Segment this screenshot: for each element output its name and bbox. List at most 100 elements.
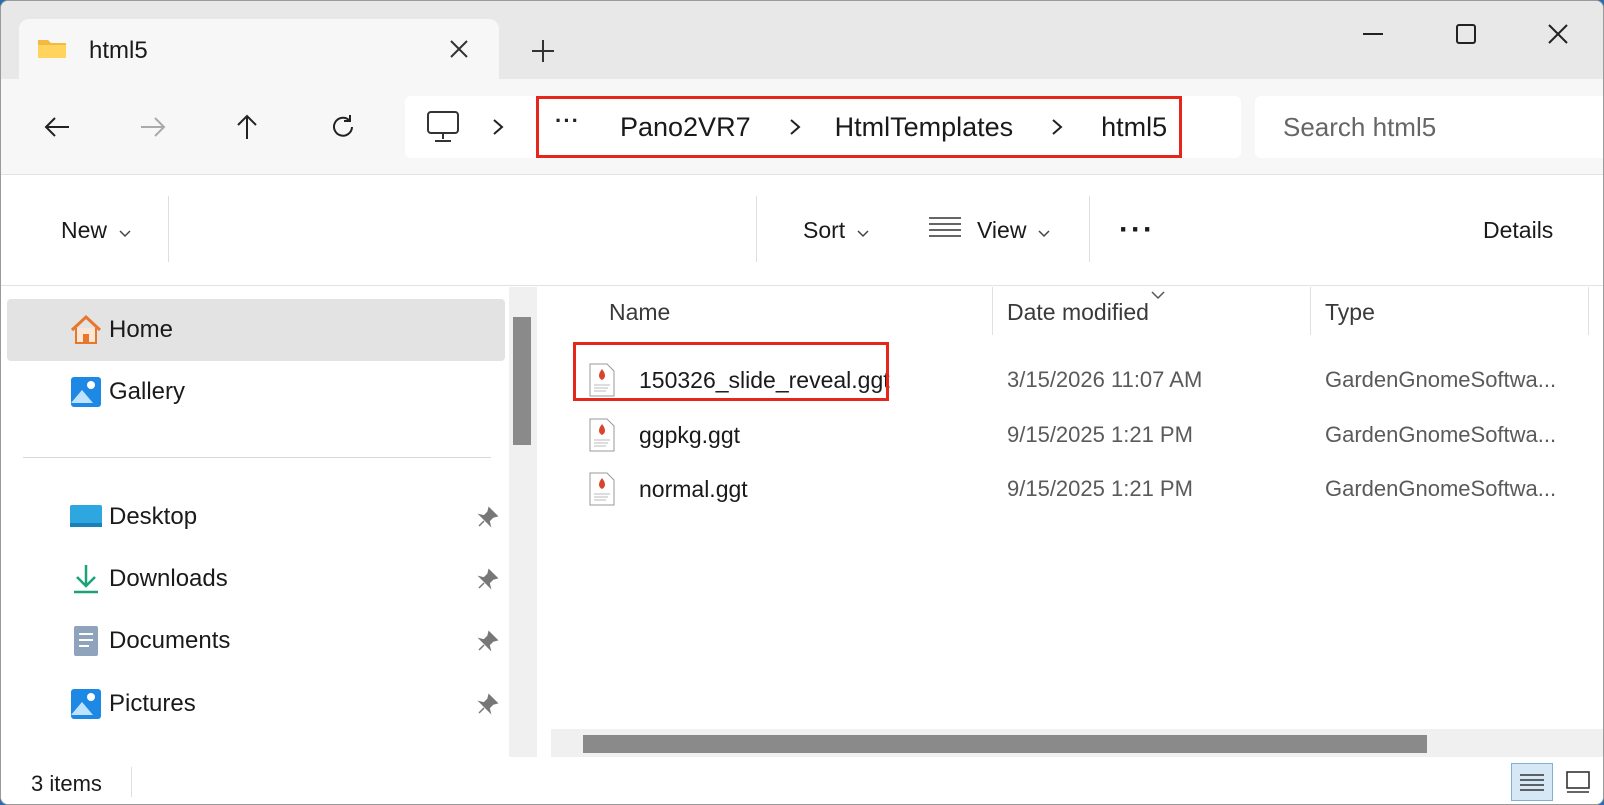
list-view-icon	[929, 216, 961, 244]
arrow-up-icon	[237, 114, 257, 139]
arrow-left-icon	[44, 117, 69, 137]
item-count: 3 items	[31, 771, 102, 796]
maximize-icon	[1456, 24, 1476, 44]
sort-indicator-icon	[1151, 287, 1165, 305]
desktop-icon	[70, 505, 102, 527]
minimize-icon	[1363, 33, 1383, 35]
table-row[interactable]: ggpkg.ggt 9/15/2025 1:21 PM GardenGnomeS…	[571, 410, 1601, 462]
downloads-icon	[74, 565, 98, 594]
file-type: GardenGnomeSoftwa...	[1325, 476, 1557, 501]
tiles-view-button[interactable]	[1557, 763, 1599, 801]
sidebar-item-label: Desktop	[109, 503, 198, 530]
navigation-bar: ··· Pano2VR7 HtmlTemplates html5	[1, 79, 1603, 175]
details-button[interactable]: Details	[1483, 208, 1553, 252]
column-divider[interactable]	[992, 287, 993, 335]
pin-icon[interactable]	[477, 693, 499, 715]
sort-button[interactable]: Sort	[803, 208, 869, 252]
breadcrumb-item-current[interactable]: html5	[1101, 112, 1167, 143]
chevron-right-icon[interactable]	[1045, 112, 1069, 142]
chevron-down-icon	[857, 217, 869, 244]
back-button[interactable]	[31, 101, 83, 153]
breadcrumb-overflow-button[interactable]: ···	[555, 108, 580, 134]
title-bar: html5	[1, 1, 1603, 79]
divider	[131, 767, 132, 797]
sidebar-item-label: Downloads	[109, 565, 228, 592]
sidebar-item-home[interactable]: Home	[7, 299, 505, 361]
home-icon	[70, 314, 102, 344]
tab-title: html5	[89, 37, 148, 64]
horizontal-scrollbar-thumb[interactable]	[583, 735, 1427, 753]
close-window-button[interactable]	[1523, 9, 1593, 59]
forward-button[interactable]	[127, 101, 179, 153]
new-button[interactable]: New	[61, 208, 131, 252]
divider	[168, 196, 169, 262]
pin-icon[interactable]	[477, 568, 499, 590]
sidebar-scrollbar-thumb[interactable]	[513, 317, 531, 445]
pin-icon[interactable]	[477, 506, 499, 528]
sidebar-item-documents[interactable]: Documents	[7, 610, 505, 672]
close-tab-button[interactable]	[439, 29, 479, 69]
sidebar-item-label: Home	[109, 316, 174, 343]
details-view-icon	[1520, 774, 1544, 791]
highlight-box	[573, 342, 889, 401]
sidebar-item-label: Gallery	[109, 378, 186, 405]
sidebar-item-desktop[interactable]: Desktop	[7, 486, 505, 548]
column-header-name[interactable]: Name	[609, 299, 670, 339]
close-icon	[1548, 24, 1568, 44]
details-view-button[interactable]	[1511, 763, 1553, 801]
sidebar-item-label: Documents	[109, 627, 231, 654]
arrow-right-icon	[141, 117, 166, 137]
divider	[756, 196, 757, 262]
gallery-icon	[71, 377, 101, 407]
new-label: New	[61, 216, 108, 243]
this-pc-icon	[427, 111, 459, 142]
plus-icon	[532, 40, 554, 62]
status-bar: 3 items	[1, 759, 1603, 804]
more-options-button[interactable]: ···	[1119, 208, 1155, 252]
column-header-date[interactable]: Date modified	[1007, 299, 1149, 339]
sidebar-item-gallery[interactable]: Gallery	[7, 361, 505, 423]
breadcrumb: ··· Pano2VR7 HtmlTemplates html5	[536, 96, 1182, 158]
file-date: 9/15/2025 1:21 PM	[1007, 476, 1193, 501]
sidebar-item-downloads[interactable]: Downloads	[7, 548, 505, 610]
command-bar: New Sort View ··· Details	[1, 176, 1603, 286]
navigation-pane: Home Gallery Desktop Downloads Documents…	[1, 287, 537, 757]
chevron-down-icon	[1038, 217, 1050, 244]
breadcrumb-item[interactable]: Pano2VR7	[620, 112, 751, 143]
chevron-right-icon[interactable]	[783, 112, 807, 142]
file-type: GardenGnomeSoftwa...	[1325, 422, 1557, 447]
search-box[interactable]	[1255, 96, 1603, 158]
file-explorer-window: html5 ··· Pano2VR7 HtmlTemplates html5 S…	[0, 0, 1604, 805]
minimize-button[interactable]	[1338, 9, 1408, 59]
close-icon	[450, 40, 468, 58]
refresh-icon	[333, 115, 353, 137]
column-divider[interactable]	[1588, 287, 1589, 335]
ggt-file-icon	[589, 472, 615, 506]
refresh-button[interactable]	[317, 101, 369, 153]
chevron-right-icon[interactable]	[491, 112, 505, 147]
column-header-type[interactable]: Type	[1325, 299, 1375, 339]
column-divider[interactable]	[1310, 287, 1311, 335]
pin-icon[interactable]	[477, 630, 499, 652]
pictures-icon	[71, 689, 101, 719]
tab-html5[interactable]: html5	[19, 19, 499, 79]
address-bar[interactable]: ··· Pano2VR7 HtmlTemplates html5	[405, 96, 1241, 158]
sidebar-item-label: Pictures	[109, 690, 196, 717]
breadcrumb-item[interactable]: HtmlTemplates	[835, 112, 1014, 143]
up-button[interactable]	[221, 101, 273, 153]
file-name: normal.ggt	[639, 476, 748, 502]
ggt-file-icon	[589, 418, 615, 452]
new-tab-button[interactable]	[521, 29, 565, 73]
sort-label: Sort	[803, 216, 846, 243]
file-date: 3/15/2026 11:07 AM	[1007, 367, 1203, 392]
folder-icon	[38, 40, 66, 58]
chevron-down-icon	[119, 217, 131, 244]
maximize-button[interactable]	[1431, 9, 1501, 59]
file-type: GardenGnomeSoftwa...	[1325, 367, 1557, 392]
table-row[interactable]: normal.ggt 9/15/2025 1:21 PM GardenGnome…	[571, 464, 1601, 516]
file-name: ggpkg.ggt	[639, 422, 741, 448]
view-label: View	[977, 216, 1027, 243]
view-button[interactable]: View	[929, 208, 1050, 252]
search-input[interactable]	[1283, 110, 1583, 144]
sidebar-item-pictures[interactable]: Pictures	[7, 673, 505, 735]
